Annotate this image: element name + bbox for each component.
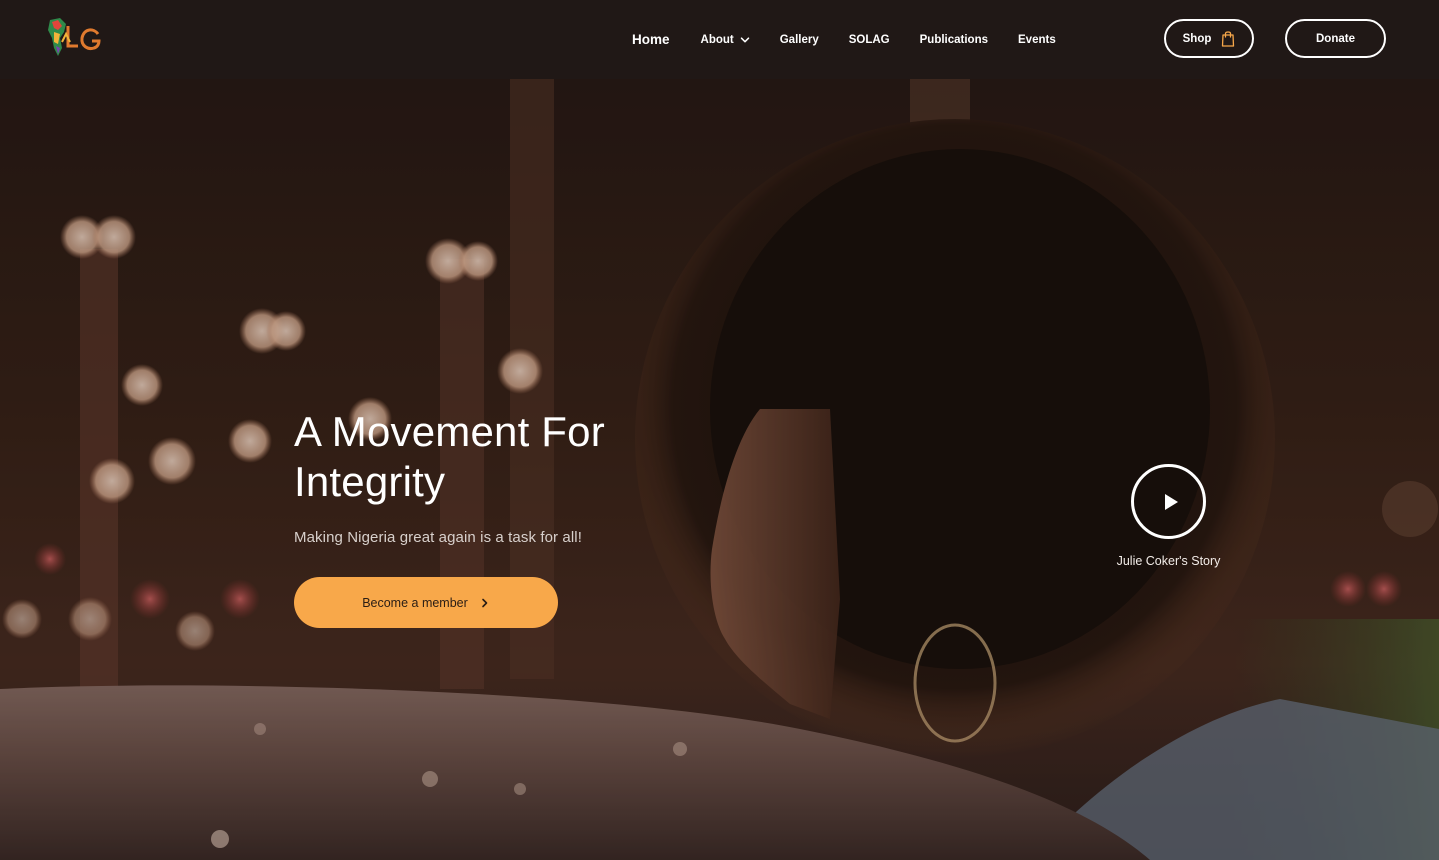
chevron-down-icon xyxy=(740,36,749,42)
hero-background-photo xyxy=(0,79,1439,860)
nav-solag-label: SOLAG xyxy=(848,33,890,46)
page: A Movement For Integrity Making Nigeria … xyxy=(0,0,1439,860)
site-header: Home About Gallery SOLAG Publications Ev… xyxy=(0,0,1439,79)
donate-label: Donate xyxy=(1316,32,1355,45)
become-member-button[interactable]: Become a member xyxy=(294,577,558,628)
nav-item-publications[interactable]: Publications xyxy=(920,34,988,46)
nav-gallery-label: Gallery xyxy=(779,33,819,46)
hero-headline-line1: A Movement For xyxy=(294,408,605,455)
hero-headline-line2: Integrity xyxy=(294,458,446,505)
nav-item-home[interactable]: Home xyxy=(632,32,670,47)
nav-item-gallery[interactable]: Gallery xyxy=(780,34,819,46)
hero-headline: A Movement For Integrity xyxy=(294,407,714,507)
shop-button[interactable]: Shop xyxy=(1164,19,1254,58)
shopping-bag-icon xyxy=(1222,31,1235,47)
nav-publications-label: Publications xyxy=(919,33,988,46)
hero-section: A Movement For Integrity Making Nigeria … xyxy=(0,79,1439,860)
video-story-label: Julie Coker's Story xyxy=(1116,554,1221,568)
chevron-right-icon xyxy=(481,598,488,607)
nav-item-events[interactable]: Events xyxy=(1018,34,1056,46)
play-video-button[interactable] xyxy=(1131,464,1206,539)
shop-label: Shop xyxy=(1182,32,1212,45)
donate-button[interactable]: Donate xyxy=(1285,19,1386,58)
hero-subheadline: Making Nigeria great again is a task for… xyxy=(294,529,582,546)
nav-home-label: Home xyxy=(632,32,670,47)
nav-about-label: About xyxy=(700,33,734,46)
nav-item-solag[interactable]: SOLAG xyxy=(849,34,890,46)
play-icon xyxy=(1164,493,1178,510)
nav-events-label: Events xyxy=(1018,33,1056,46)
alg-logo[interactable] xyxy=(44,16,106,62)
nav-item-about[interactable]: About xyxy=(701,34,750,46)
main-nav: Home About Gallery SOLAG Publications Ev… xyxy=(632,0,1086,79)
become-member-label: Become a member xyxy=(362,595,468,610)
